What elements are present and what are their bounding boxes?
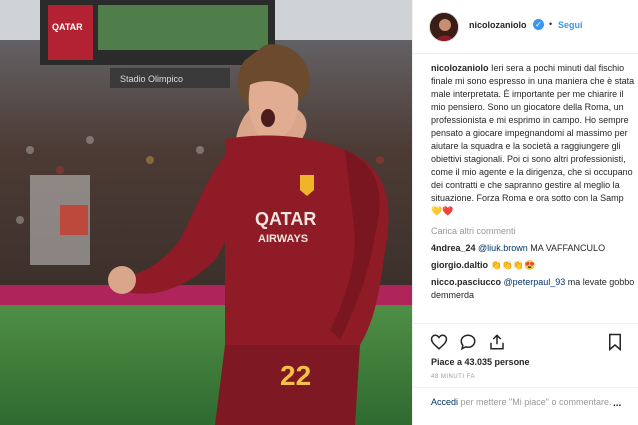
jersey-sponsor-line-2: AIRWAYS: [258, 233, 308, 245]
comment-icon[interactable]: [459, 333, 477, 351]
post-side-panel: nicolozaniolo ✓ • Segui nicolozaniolo Ie…: [412, 0, 638, 425]
jersey-sponsor-line-1: QATAR: [255, 209, 316, 229]
post-actions: Piace a 43.035 persone 48 MINUTI FA Acce…: [413, 323, 638, 423]
login-prompt: Accedi per mettere "Mi piace" o commenta…: [413, 387, 638, 424]
separator-dot: •: [549, 19, 553, 29]
caption-emoji: 💛❤️: [431, 206, 454, 216]
post-timestamp: 48 MINUTI FA: [431, 374, 476, 380]
likes-count[interactable]: Piace a 43.035 persone: [431, 357, 530, 367]
avatar-image: [430, 13, 458, 41]
bookmark-icon[interactable]: [606, 333, 624, 351]
comment-item: giorgio.daltio 👏👏👏😍: [431, 259, 636, 272]
comment-username[interactable]: giorgio.daltio: [431, 260, 488, 270]
login-message: per mettere "Mi piace" o commentare.: [460, 397, 612, 407]
header-username[interactable]: nicolozaniolo: [469, 20, 527, 30]
login-link[interactable]: Accedi: [431, 397, 458, 407]
comment-mention[interactable]: @peterpaul_93: [504, 277, 566, 287]
comment-mention[interactable]: @liuk.brown: [478, 243, 528, 253]
avatar[interactable]: [429, 12, 459, 42]
stadium-sign: Stadio Olimpico: [120, 74, 183, 84]
comment-text: MA VAFFANCULO: [530, 243, 606, 253]
scoreboard-text-1: QATAR: [52, 22, 83, 32]
heart-icon[interactable]: [430, 333, 448, 351]
share-icon[interactable]: [488, 333, 506, 351]
caption-username[interactable]: nicolozaniolo: [431, 63, 489, 73]
more-options-icon[interactable]: ...: [613, 398, 621, 409]
comment-text: 👏👏👏😍: [490, 260, 536, 270]
comment-username[interactable]: 4ndrea_24: [431, 243, 476, 253]
follow-button[interactable]: Segui: [558, 20, 583, 30]
verified-badge-icon: ✓: [533, 19, 544, 30]
footballer-celebration-image: QATAR Stadio Olimpico QATAR AIRWAYS 22: [0, 0, 412, 425]
comment-item: 4ndrea_24 @liuk.brown MA VAFFANCULO: [431, 242, 636, 255]
comment-username[interactable]: nicco.pasciucco: [431, 277, 501, 287]
caption-text: Ieri sera a pochi minuti dal fischio fin…: [431, 63, 635, 203]
post-header: nicolozaniolo ✓ • Segui: [413, 0, 638, 54]
login-prompt-text: Accedi per mettere "Mi piace" o commenta…: [431, 396, 621, 409]
comments-area: nicolozaniolo Ieri sera a pochi minuti d…: [431, 62, 636, 302]
load-more-comments-button[interactable]: Carica altri commenti: [431, 225, 636, 238]
caption: nicolozaniolo Ieri sera a pochi minuti d…: [431, 62, 636, 218]
comment-item: nicco.pasciucco @peterpaul_93 ma levate …: [431, 276, 636, 302]
post-photo[interactable]: QATAR Stadio Olimpico QATAR AIRWAYS 22: [0, 0, 412, 425]
shorts-number: 22: [280, 360, 311, 391]
